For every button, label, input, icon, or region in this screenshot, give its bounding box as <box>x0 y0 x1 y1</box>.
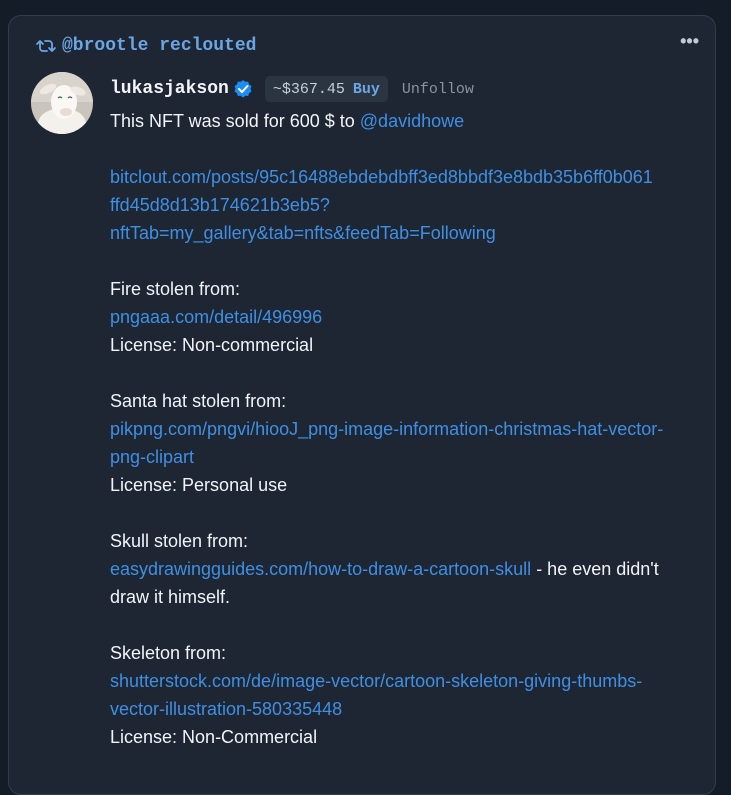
skull-label: Skull stolen from: <box>110 531 249 551</box>
reclout-header[interactable]: @brootle reclouted <box>35 36 256 56</box>
post-card[interactable]: @brootle reclouted ••• lukasjakson ~$367… <box>8 15 716 795</box>
santa-label: Santa hat stolen from: <box>110 391 287 411</box>
santa-link-1[interactable]: pikpng.com/pngvi/hiooJ_png-image-informa… <box>110 415 705 443</box>
reclout-icon <box>36 40 56 52</box>
skull-link[interactable]: easydrawingguides.com/how-to-draw-a-cart… <box>110 559 531 579</box>
fire-link[interactable]: pngaaa.com/detail/496996 <box>110 303 705 331</box>
bitclout-link-3[interactable]: nftTab=my_gallery&tab=nfts&feedTab=Follo… <box>110 219 705 247</box>
skull-line: easydrawingguides.com/how-to-draw-a-cart… <box>110 555 705 583</box>
skull-suffix: - he even didn't <box>531 559 659 579</box>
avatar[interactable] <box>31 72 93 134</box>
skull-suffix-2: draw it himself. <box>110 587 231 607</box>
verified-icon <box>234 80 252 98</box>
santa-license: License: Personal use <box>110 475 288 495</box>
buy-button[interactable]: Buy <box>353 81 380 98</box>
goat-avatar <box>31 72 93 134</box>
unfollow-button[interactable]: Unfollow <box>402 81 474 98</box>
skeleton-label: Skeleton from: <box>110 643 227 663</box>
intro-text: This NFT was sold for 600 $ to <box>110 111 360 131</box>
post-header: lukasjakson ~$367.45 Buy Unfollow <box>110 74 474 104</box>
username[interactable]: lukasjakson <box>110 79 229 99</box>
fire-label: Fire stolen from: <box>110 279 241 299</box>
price-pill[interactable]: ~$367.45 Buy <box>264 76 388 102</box>
post-body: This NFT was sold for 600 $ to @davidhow… <box>110 107 705 751</box>
fire-license: License: Non-commercial <box>110 335 314 355</box>
intro-line: This NFT was sold for 600 $ to @davidhow… <box>110 107 705 135</box>
skeleton-link-1[interactable]: shutterstock.com/de/image-vector/cartoon… <box>110 667 705 695</box>
reclout-text[interactable]: @brootle reclouted <box>62 36 256 56</box>
santa-link-2[interactable]: png-clipart <box>110 443 705 471</box>
bitclout-link-1[interactable]: bitclout.com/posts/95c16488ebdebdbff3ed8… <box>110 163 705 191</box>
mention-link[interactable]: @davidhowe <box>360 111 464 131</box>
more-icon[interactable]: ••• <box>680 32 699 50</box>
coin-price: ~$367.45 <box>272 80 345 98</box>
skeleton-license: License: Non-Commercial <box>110 727 318 747</box>
bitclout-link-2[interactable]: ffd45d8d13b174621b3eb5? <box>110 191 705 219</box>
skeleton-link-2[interactable]: vector-illustration-580335448 <box>110 695 705 723</box>
